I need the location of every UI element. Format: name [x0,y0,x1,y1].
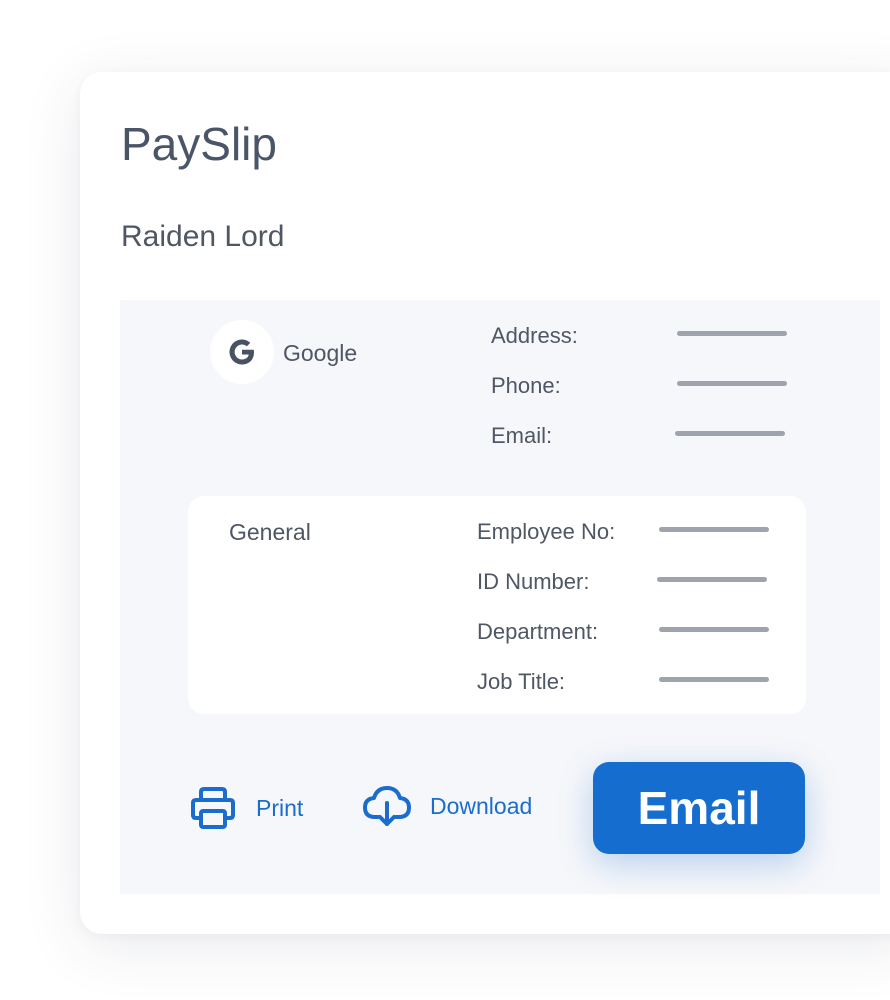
id-number-value-placeholder [657,577,767,582]
phone-value-placeholder [677,381,787,386]
cloud-download-icon [363,786,411,826]
address-value-placeholder [677,331,787,336]
general-section-title: General [229,519,311,545]
printer-icon [191,787,235,829]
department-value-placeholder [659,627,769,632]
page: PaySlip Raiden Lord Google Address: Phon… [0,0,890,1000]
download-label: Download [430,793,533,819]
job-title-value-placeholder [659,677,769,682]
general-section: General Employee No: ID Number: Departme… [188,496,806,714]
id-number-label: ID Number: [477,569,590,594]
email-value-placeholder [675,431,785,436]
payslip-card: PaySlip Raiden Lord Google Address: Phon… [80,72,890,934]
company-logo [210,320,274,384]
payslip-panel: Google Address: Phone: Email: General Em… [120,300,880,894]
employee-name: Raiden Lord [121,220,285,253]
email-label: Email: [491,423,553,448]
print-label: Print [256,795,304,821]
employee-no-value-placeholder [659,527,769,532]
department-label: Department: [477,619,599,644]
page-title: PaySlip [121,118,277,170]
company-name: Google [283,340,358,366]
employee-no-label: Employee No: [477,519,616,544]
google-logo-icon [229,339,254,365]
address-label: Address: [491,323,578,348]
phone-label: Phone: [491,373,561,398]
job-title-label: Job Title: [477,669,566,694]
print-button[interactable]: Print [190,786,303,830]
email-button[interactable]: Email [593,762,805,854]
download-button[interactable]: Download [362,785,532,827]
